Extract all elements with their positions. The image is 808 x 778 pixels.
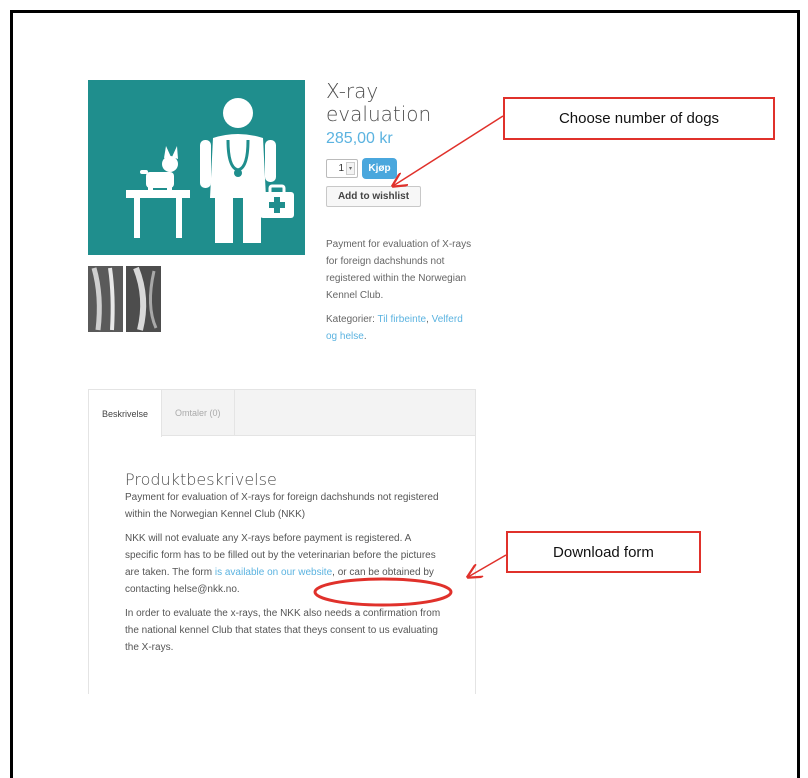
xray-thumbnail-2[interactable] (126, 266, 161, 332)
short-description: Payment for evaluation of X-rays for for… (326, 239, 472, 301)
annotation-choose-dogs: Choose number of dogs (503, 97, 775, 140)
thumbnail-gallery (88, 266, 161, 332)
veterinarian-icon (126, 98, 294, 243)
annotation-download-form: Download form (506, 531, 701, 573)
dog-icon (140, 146, 178, 192)
product-image[interactable] (88, 80, 305, 255)
product-summary: X-ray evaluation 285,00 kr 1 ▾ Kjøp Add … (326, 80, 476, 345)
add-to-cart-row: 1 ▾ Kjøp (326, 158, 476, 179)
description-panel: Produktbeskrivelse Payment for evaluatio… (125, 470, 445, 663)
category-link-til-firbeinte[interactable]: Til firbeinte (378, 314, 427, 325)
description-paragraph-2: NKK will not evaluate any X-rays before … (125, 530, 445, 598)
product-categories: Kategorier: Til firbeinte, Velferd og he… (326, 311, 476, 345)
description-heading: Produktbeskrivelse (125, 470, 277, 489)
quantity-spin-icon[interactable]: ▾ (346, 162, 355, 175)
tab-omtaler[interactable]: Omtaler (0) (162, 390, 235, 435)
add-to-wishlist-button[interactable]: Add to wishlist (326, 186, 421, 207)
product-tabs: Beskrivelse Omtaler (0) Produktbeskrivel… (88, 389, 476, 694)
tab-beskrivelse[interactable]: Beskrivelse (89, 390, 163, 437)
description-paragraph-1: Payment for evaluation of X-rays for for… (125, 492, 439, 520)
product-title-line2: evaluation (326, 102, 432, 126)
quantity-value: 1 (338, 163, 344, 174)
product-price: 285,00 kr (326, 130, 393, 147)
xray-thumbnail-1[interactable] (88, 266, 123, 332)
categories-label: Kategorier: (326, 314, 378, 325)
product-title-line1: X-ray (326, 79, 379, 103)
buy-button[interactable]: Kjøp (362, 158, 397, 179)
categories-end: . (363, 331, 367, 342)
tab-bar: Beskrivelse Omtaler (0) (89, 390, 475, 437)
quantity-stepper[interactable]: 1 ▾ (326, 159, 358, 178)
description-paragraph-3: In order to evaluate the x-rays, the NKK… (125, 608, 441, 653)
website-form-link[interactable]: is available on our website (215, 567, 332, 578)
